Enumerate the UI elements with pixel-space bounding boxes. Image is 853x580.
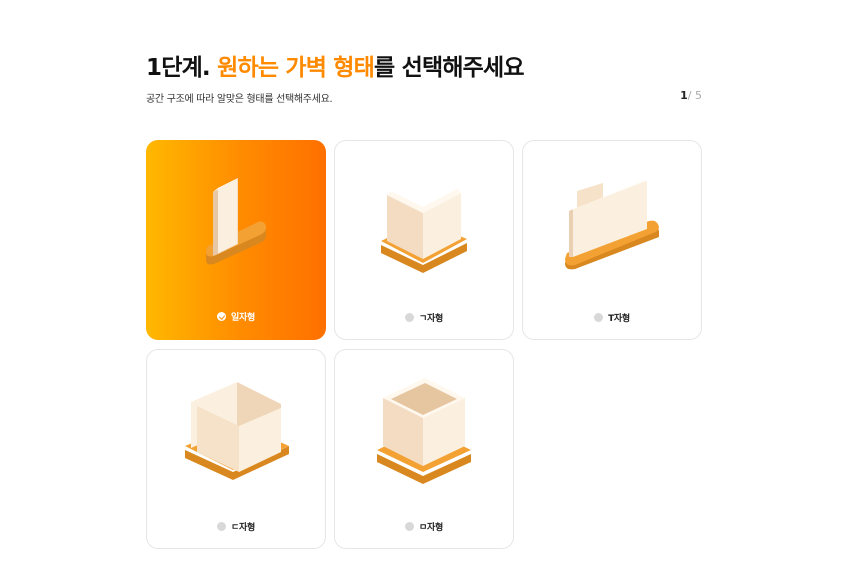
page-title: 1단계. 원하는 가벽 형태를 선택해주세요 — [146, 52, 702, 84]
option-card-t-shaped[interactable]: T자형 — [522, 140, 702, 340]
total-steps: 5 — [695, 89, 702, 102]
page-subtitle: 공간 구조에 따라 알맞은 형태를 선택해주세요. — [146, 94, 333, 105]
u-shaped-wall-icon — [185, 382, 289, 480]
radio-icon — [405, 313, 415, 322]
option-card-l-shaped[interactable]: ㄱ자형 — [334, 140, 514, 340]
radio-icon — [594, 313, 604, 322]
option-card-u-shaped[interactable]: ㄷ자형 — [146, 349, 326, 549]
title-highlight: 원하는 가벽 형태 — [217, 55, 375, 81]
option-label: ㅁ자형 — [335, 520, 513, 533]
option-label: ㄷ자형 — [147, 520, 325, 533]
step-header: 1단계. 원하는 가벽 형태를 선택해주세요 공간 구조에 따라 알맞은 형태를… — [146, 52, 702, 105]
radio-icon — [405, 522, 415, 531]
option-card-straight[interactable]: 일자형 — [146, 140, 326, 340]
option-label: T자형 — [523, 311, 701, 324]
option-name: ㄱ자형 — [419, 314, 443, 324]
current-step: 1 — [680, 89, 688, 102]
option-card-square[interactable]: ㅁ자형 — [334, 349, 514, 549]
option-name: 일자형 — [231, 313, 255, 323]
t-shaped-wall-icon — [565, 181, 659, 270]
radio-icon — [217, 522, 227, 531]
option-name: T자형 — [608, 314, 630, 324]
step-indicator: 1/ 5 — [680, 89, 702, 102]
option-label: ㄱ자형 — [335, 311, 513, 324]
title-suffix: 를 선택해주세요 — [374, 55, 525, 81]
step-number: 1단계. — [146, 55, 211, 81]
option-label: 일자형 — [146, 310, 326, 323]
step-separator: / — [687, 89, 692, 102]
square-wall-icon — [377, 378, 471, 484]
l-shaped-wall-icon — [381, 189, 467, 273]
straight-wall-icon — [206, 178, 266, 265]
check-icon — [217, 312, 227, 321]
option-name: ㅁ자형 — [419, 523, 443, 533]
option-name: ㄷ자형 — [231, 523, 255, 533]
